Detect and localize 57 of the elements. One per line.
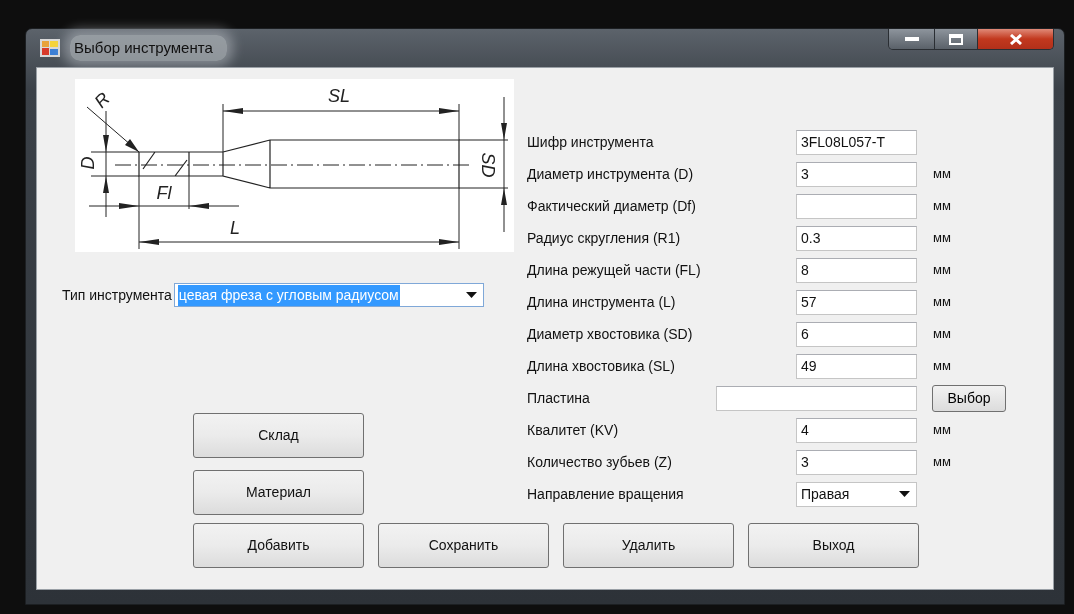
- field-label: Диаметр инструмента (D): [527, 164, 695, 184]
- direction-dropdown[interactable]: Правая: [796, 481, 917, 507]
- maximize-icon: [949, 33, 963, 45]
- field-label: Тип инструмента: [62, 285, 172, 305]
- window-button[interactable]: Материал: [193, 470, 364, 515]
- input-field[interactable]: 8: [796, 257, 917, 283]
- caret-icon: [899, 491, 910, 497]
- window-button[interactable]: Добавить: [193, 523, 364, 568]
- dimension-label: L: [230, 217, 240, 238]
- dimension-label: SD: [478, 152, 499, 178]
- field-label: Количество зубьев (Z): [527, 452, 673, 472]
- unit-label: мм: [933, 421, 951, 440]
- unit-label: мм: [933, 197, 951, 216]
- window-button[interactable]: Удалить: [563, 523, 734, 568]
- unit-label: мм: [933, 293, 951, 312]
- select-button[interactable]: Выбор: [932, 384, 1006, 412]
- field-label: Квалитет (KV): [527, 420, 620, 440]
- app-icon: [40, 39, 60, 57]
- maximize-button[interactable]: [935, 29, 978, 49]
- unit-label: мм: [933, 229, 951, 248]
- unit-label: мм: [933, 261, 951, 280]
- caret-icon: [465, 292, 477, 298]
- field-label: Шифр инструмента: [527, 132, 655, 152]
- field-label: Радиус скругления (R1): [527, 228, 682, 248]
- dimension-label: Fl: [156, 182, 172, 203]
- field-label: Направление вращения: [527, 484, 685, 504]
- window-title: Выбор инструмента: [70, 34, 227, 62]
- input-field[interactable]: 49: [796, 353, 917, 379]
- field-label: Длина инструмента (L): [527, 292, 677, 312]
- window-button[interactable]: Склад: [193, 413, 364, 458]
- dimension-label: SL: [328, 85, 350, 106]
- field-label: Фактический диаметр (Df): [527, 196, 697, 216]
- close-button[interactable]: [978, 29, 1053, 49]
- input-field[interactable]: 57: [796, 289, 917, 315]
- input-field[interactable]: [796, 193, 917, 219]
- input-field[interactable]: 3FL08L057-T: [796, 129, 917, 155]
- field-label: Длина режущей части (FL): [527, 260, 702, 280]
- minimize-icon: [904, 37, 919, 41]
- input-field[interactable]: 4: [796, 417, 917, 443]
- input-field[interactable]: 6: [796, 321, 917, 347]
- input-field[interactable]: 3: [796, 161, 917, 187]
- unit-label: мм: [933, 357, 951, 376]
- unit-label: мм: [933, 453, 951, 472]
- dimension-label: R: [90, 88, 114, 112]
- close-icon: [1008, 33, 1023, 45]
- input-field[interactable]: [716, 385, 917, 411]
- field-label: Длина хвостовика (SL): [527, 356, 676, 376]
- input-field[interactable]: 0.3: [796, 225, 917, 251]
- dimension-label: D: [77, 156, 98, 170]
- window-button[interactable]: Выход: [748, 523, 919, 568]
- unit-label: мм: [933, 165, 951, 184]
- window-button[interactable]: Сохранить: [378, 523, 549, 568]
- field-label: Пластина: [527, 388, 591, 408]
- minimize-button[interactable]: [889, 29, 935, 49]
- input-field[interactable]: 3: [796, 449, 917, 475]
- unit-label: мм: [933, 325, 951, 344]
- field-label: Диаметр хвостовика (SD): [527, 324, 694, 344]
